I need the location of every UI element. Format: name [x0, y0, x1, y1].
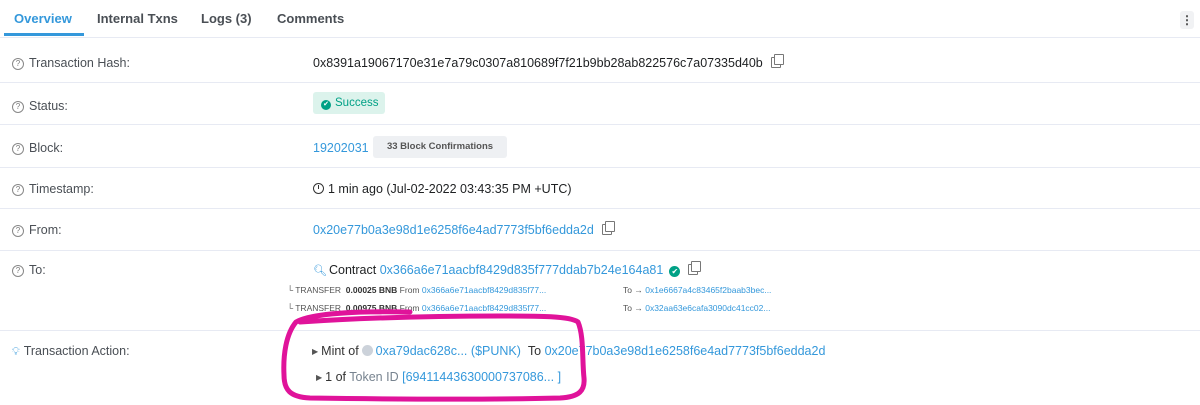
block-confirmations-badge: 33 Block Confirmations — [373, 136, 507, 158]
row-from: ? From: 0x20e77b0a3e98d1e6258f6e4ad7773f5… — [0, 208, 1200, 251]
question-circle-icon: ? — [12, 184, 24, 196]
label-from: ? From: — [12, 223, 62, 237]
token-id-link[interactable]: [69411443630000737086... ] — [402, 370, 561, 384]
internal-transfer-row: └ TRANSFER 0.00975 BNB From 0x366a6e71aa… — [287, 303, 771, 313]
copy-icon[interactable] — [601, 221, 615, 235]
mint-action-line: ▶ Mint of 0xa79dac628c... ($PUNK) To 0x20e… — [312, 344, 826, 358]
token-address-link[interactable]: 0xa79dac628c... — [376, 344, 468, 358]
from-address-link[interactable]: 0x20e77b0a3e98d1e6258f6e4ad7773f5bf6edda… — [313, 223, 594, 237]
row-block: ? Block: 19202031 — [0, 124, 1200, 168]
transfer-to-link[interactable]: 0x32aa63e6cafa3090dc41cc02... — [645, 303, 770, 313]
value-from: 0x20e77b0a3e98d1e6258f6e4ad7773f5bf6edda… — [313, 221, 615, 237]
copy-icon[interactable] — [688, 261, 702, 275]
label-timestamp: ? Timestamp: — [12, 182, 94, 196]
transaction-hash-text: 0x8391a19067170e31e7a79c0307a810689f7f21… — [313, 56, 763, 70]
clock-icon — [313, 183, 324, 194]
tab-overview[interactable]: Overview — [14, 11, 72, 26]
token-icon — [361, 345, 373, 356]
check-circle-icon: ✔ — [321, 100, 331, 110]
contract-search-icon: 🔍︎ — [313, 265, 327, 277]
triangle-right-icon: ▶ — [312, 347, 319, 356]
label-block: ? Block: — [12, 141, 63, 155]
copy-icon[interactable] — [770, 54, 784, 68]
label-to: ? To: — [12, 263, 46, 277]
value-transaction-hash: 0x8391a19067170e31e7a79c0307a810689f7f21… — [313, 54, 784, 70]
verified-icon: ✔ — [669, 266, 681, 277]
question-circle-icon: ? — [12, 265, 24, 277]
triangle-right-icon: ▶ — [316, 373, 323, 382]
contract-address-link[interactable]: 0x366a6e71aacbf8429d835f777ddab7b24e164a… — [380, 263, 664, 277]
question-circle-icon: ? — [12, 225, 24, 237]
question-circle-icon: ? — [12, 143, 24, 155]
value-to: 🔍︎ Contract 0x366a6e71aacbf8429d835f777dd… — [313, 261, 702, 277]
transfer-from-link[interactable]: 0x366a6e71aacbf8429d835f77... — [422, 285, 546, 295]
row-transaction-action: 💡︎ Transaction Action: ▶ Mint of 0xa79dac62… — [0, 330, 1200, 404]
status-badge: ✔ Success — [313, 92, 385, 114]
row-transaction-hash: ? Transaction Hash: 0x8391a19067170e31e7a… — [0, 38, 1200, 83]
transfer-from-link[interactable]: 0x366a6e71aacbf8429d835f77... — [422, 303, 546, 313]
tab-bar: Overview Internal Txns Logs (3) Comments… — [0, 0, 1200, 38]
transfer-to-link[interactable]: 0x1e6667a4c83465f2baab3bec... — [645, 285, 771, 295]
mint-recipient-link[interactable]: 0x20e77b0a3e98d1e6258f6e4ad7773f5bf6edda… — [545, 344, 826, 358]
tab-comments[interactable]: Comments — [277, 11, 344, 26]
block-number-link[interactable]: 19202031 — [313, 141, 369, 155]
row-to: ? To: 🔍︎ Contract 0x366a6e71aacbf8429d835f… — [0, 250, 1200, 331]
label-transaction-hash: ? Transaction Hash: — [12, 56, 130, 70]
lightbulb-icon: 💡︎ — [12, 346, 20, 358]
question-circle-icon: ? — [12, 58, 24, 70]
active-tab-indicator — [4, 33, 84, 36]
value-timestamp: 1 min ago (Jul-02-2022 03:43:35 PM +UTC) — [313, 182, 572, 196]
label-status: ? Status: — [12, 99, 68, 113]
internal-transfer-row: └ TRANSFER 0.00025 BNB From 0x366a6e71aa… — [287, 285, 772, 295]
kebab-menu-icon[interactable]: ⋮ — [1180, 11, 1194, 29]
token-id-line: ▶ 1 of Token ID [69411443630000737086... … — [316, 370, 562, 384]
row-status: ? Status: — [0, 82, 1200, 125]
tab-logs[interactable]: Logs (3) — [201, 11, 252, 26]
label-transaction-action: 💡︎ Transaction Action: — [12, 344, 130, 358]
token-symbol-link[interactable]: ($PUNK) — [471, 344, 521, 358]
question-circle-icon: ? — [12, 101, 24, 113]
row-timestamp: ? Timestamp: 1 min ago (Jul-02-2022 03:43… — [0, 167, 1200, 209]
tab-internal-txns[interactable]: Internal Txns — [97, 11, 178, 26]
